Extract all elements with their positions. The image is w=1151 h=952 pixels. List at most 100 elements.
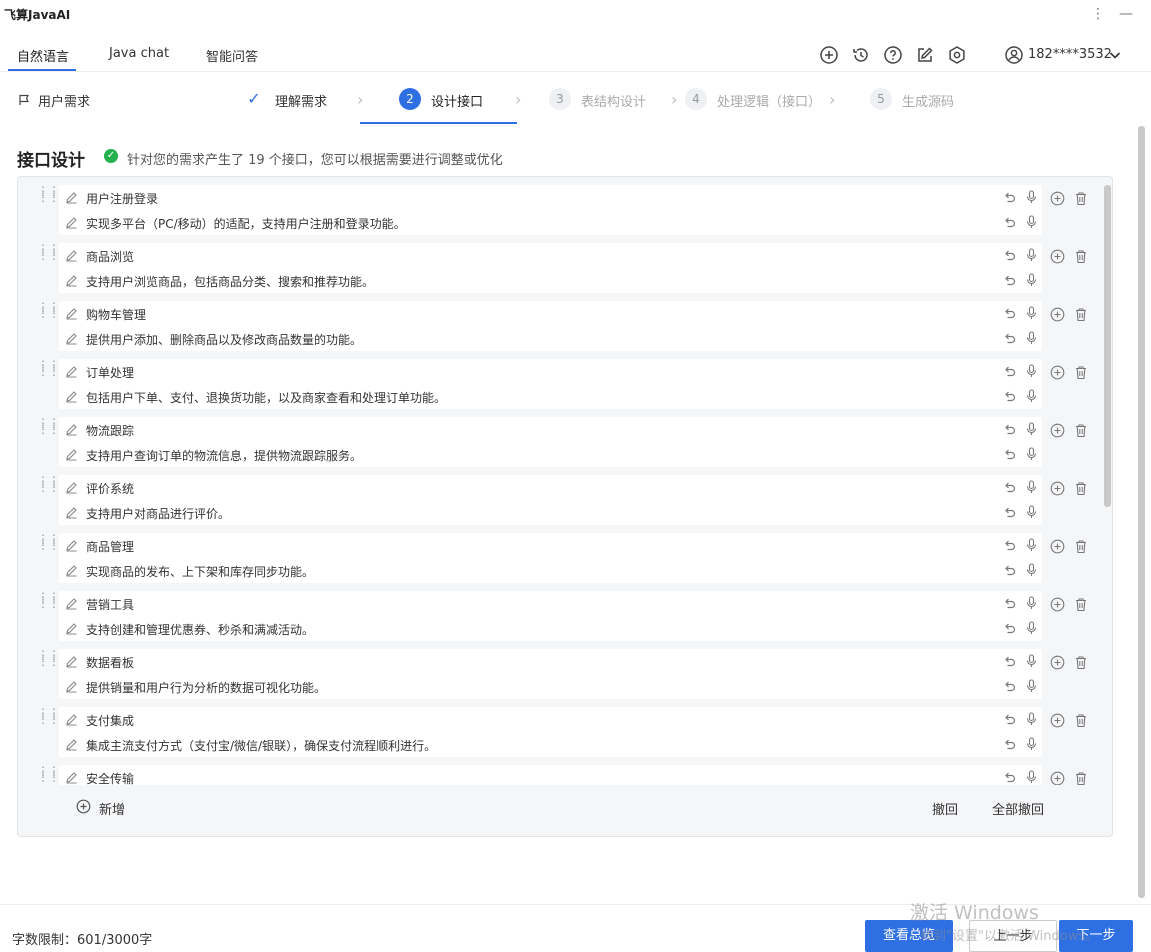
interface-description[interactable]: 包括用户下单、支付、退换货功能，以及商家查看和处理订单功能。 — [86, 389, 446, 406]
undo-icon[interactable] — [1003, 307, 1016, 320]
drag-handle-icon[interactable]: ⋮⋮ ⋮⋮ — [37, 475, 60, 493]
add-item-icon[interactable] — [1050, 539, 1065, 554]
drag-handle-icon[interactable]: ⋮⋮ ⋮⋮ — [37, 185, 60, 203]
edit-pen-icon[interactable] — [65, 448, 78, 461]
microphone-icon[interactable] — [1025, 273, 1038, 287]
edit-pen-icon[interactable] — [65, 597, 78, 610]
tab-smart-qa[interactable]: 智能问答 — [206, 46, 258, 65]
edit-pen-icon[interactable] — [65, 771, 78, 784]
edit-pen-icon[interactable] — [65, 191, 78, 204]
add-item-icon[interactable] — [1050, 771, 1065, 785]
add-item-icon[interactable] — [1050, 597, 1065, 612]
undo-icon[interactable] — [1003, 655, 1016, 668]
edit-pen-icon[interactable] — [65, 274, 78, 287]
history-icon[interactable] — [851, 45, 871, 65]
interface-name[interactable]: 营销工具 — [86, 596, 134, 613]
interface-name[interactable]: 商品管理 — [86, 538, 134, 555]
trash-icon[interactable] — [1074, 191, 1088, 206]
minimize-icon[interactable]: — — [1116, 4, 1136, 24]
microphone-icon[interactable] — [1025, 364, 1038, 378]
interface-name[interactable]: 物流跟踪 — [86, 422, 134, 439]
edit-pen-icon[interactable] — [65, 332, 78, 345]
undo-all-button[interactable]: 全部撤回 — [992, 799, 1044, 818]
undo-icon[interactable] — [1003, 390, 1016, 403]
add-item-icon[interactable] — [1050, 423, 1065, 438]
undo-icon[interactable] — [1003, 423, 1016, 436]
microphone-icon[interactable] — [1025, 737, 1038, 751]
undo-button[interactable]: 撤回 — [932, 799, 958, 818]
interface-name[interactable]: 购物车管理 — [86, 306, 146, 323]
undo-icon[interactable] — [1003, 332, 1016, 345]
microphone-icon[interactable] — [1025, 770, 1038, 784]
drag-handle-icon[interactable]: ⋮⋮ ⋮⋮ — [37, 243, 60, 261]
add-item-icon[interactable] — [1050, 191, 1065, 206]
drag-handle-icon[interactable]: ⋮⋮ ⋮⋮ — [37, 765, 60, 783]
microphone-icon[interactable] — [1025, 596, 1038, 610]
main-scrollbar[interactable] — [1138, 126, 1145, 898]
drag-handle-icon[interactable]: ⋮⋮ ⋮⋮ — [37, 359, 60, 377]
interface-description[interactable]: 集成主流支付方式（支付宝/微信/银联），确保支付流程顺利进行。 — [86, 737, 436, 754]
edit-pen-icon[interactable] — [65, 738, 78, 751]
add-item-icon[interactable] — [1050, 481, 1065, 496]
drag-handle-icon[interactable]: ⋮⋮ ⋮⋮ — [37, 707, 60, 725]
tab-natural-language[interactable]: 自然语言 — [17, 46, 69, 65]
trash-icon[interactable] — [1074, 249, 1088, 264]
interface-name[interactable]: 数据看板 — [86, 654, 134, 671]
edit-pen-icon[interactable] — [65, 655, 78, 668]
tab-java-chat[interactable]: Java chat — [109, 46, 169, 61]
microphone-icon[interactable] — [1025, 248, 1038, 262]
undo-icon[interactable] — [1003, 680, 1016, 693]
undo-icon[interactable] — [1003, 771, 1016, 784]
undo-icon[interactable] — [1003, 564, 1016, 577]
microphone-icon[interactable] — [1025, 505, 1038, 519]
settings-icon[interactable] — [947, 45, 967, 65]
edit-pen-icon[interactable] — [65, 249, 78, 262]
microphone-icon[interactable] — [1025, 331, 1038, 345]
add-item-icon[interactable] — [1050, 713, 1065, 728]
undo-icon[interactable] — [1003, 622, 1016, 635]
microphone-icon[interactable] — [1025, 389, 1038, 403]
interface-name[interactable]: 安全传输 — [86, 770, 134, 785]
trash-icon[interactable] — [1074, 597, 1088, 612]
help-icon[interactable] — [883, 45, 903, 65]
trash-icon[interactable] — [1074, 365, 1088, 380]
interface-name[interactable]: 商品浏览 — [86, 248, 134, 265]
trash-icon[interactable] — [1074, 655, 1088, 670]
microphone-icon[interactable] — [1025, 215, 1038, 229]
interface-description[interactable]: 实现多平台（PC/移动）的适配，支持用户注册和登录功能。 — [86, 215, 406, 232]
edit-pen-icon[interactable] — [65, 713, 78, 726]
edit-pen-icon[interactable] — [65, 481, 78, 494]
undo-icon[interactable] — [1003, 539, 1016, 552]
undo-icon[interactable] — [1003, 738, 1016, 751]
drag-handle-icon[interactable]: ⋮⋮ ⋮⋮ — [37, 591, 60, 609]
trash-icon[interactable] — [1074, 539, 1088, 554]
edit-pen-icon[interactable] — [65, 307, 78, 320]
list-scrollbar[interactable] — [1104, 185, 1111, 507]
edit-icon[interactable] — [915, 45, 935, 65]
edit-pen-icon[interactable] — [65, 365, 78, 378]
microphone-icon[interactable] — [1025, 538, 1038, 552]
interface-name[interactable]: 用户注册登录 — [86, 190, 158, 207]
edit-pen-icon[interactable] — [65, 423, 78, 436]
undo-icon[interactable] — [1003, 481, 1016, 494]
edit-pen-icon[interactable] — [65, 506, 78, 519]
microphone-icon[interactable] — [1025, 654, 1038, 668]
drag-handle-icon[interactable]: ⋮⋮ ⋮⋮ — [37, 649, 60, 667]
undo-icon[interactable] — [1003, 506, 1016, 519]
microphone-icon[interactable] — [1025, 563, 1038, 577]
add-item-icon[interactable] — [1050, 365, 1065, 380]
trash-icon[interactable] — [1074, 481, 1088, 496]
microphone-icon[interactable] — [1025, 422, 1038, 436]
edit-pen-icon[interactable] — [65, 216, 78, 229]
edit-pen-icon[interactable] — [65, 564, 78, 577]
more-icon[interactable]: ⋮ — [1088, 4, 1108, 24]
undo-icon[interactable] — [1003, 191, 1016, 204]
drag-handle-icon[interactable]: ⋮⋮ ⋮⋮ — [37, 533, 60, 551]
undo-icon[interactable] — [1003, 274, 1016, 287]
edit-pen-icon[interactable] — [65, 622, 78, 635]
interface-description[interactable]: 支持创建和管理优惠券、秒杀和满减活动。 — [86, 621, 314, 638]
trash-icon[interactable] — [1074, 307, 1088, 322]
trash-icon[interactable] — [1074, 423, 1088, 438]
undo-icon[interactable] — [1003, 365, 1016, 378]
chevron-down-icon[interactable] — [1108, 48, 1122, 62]
